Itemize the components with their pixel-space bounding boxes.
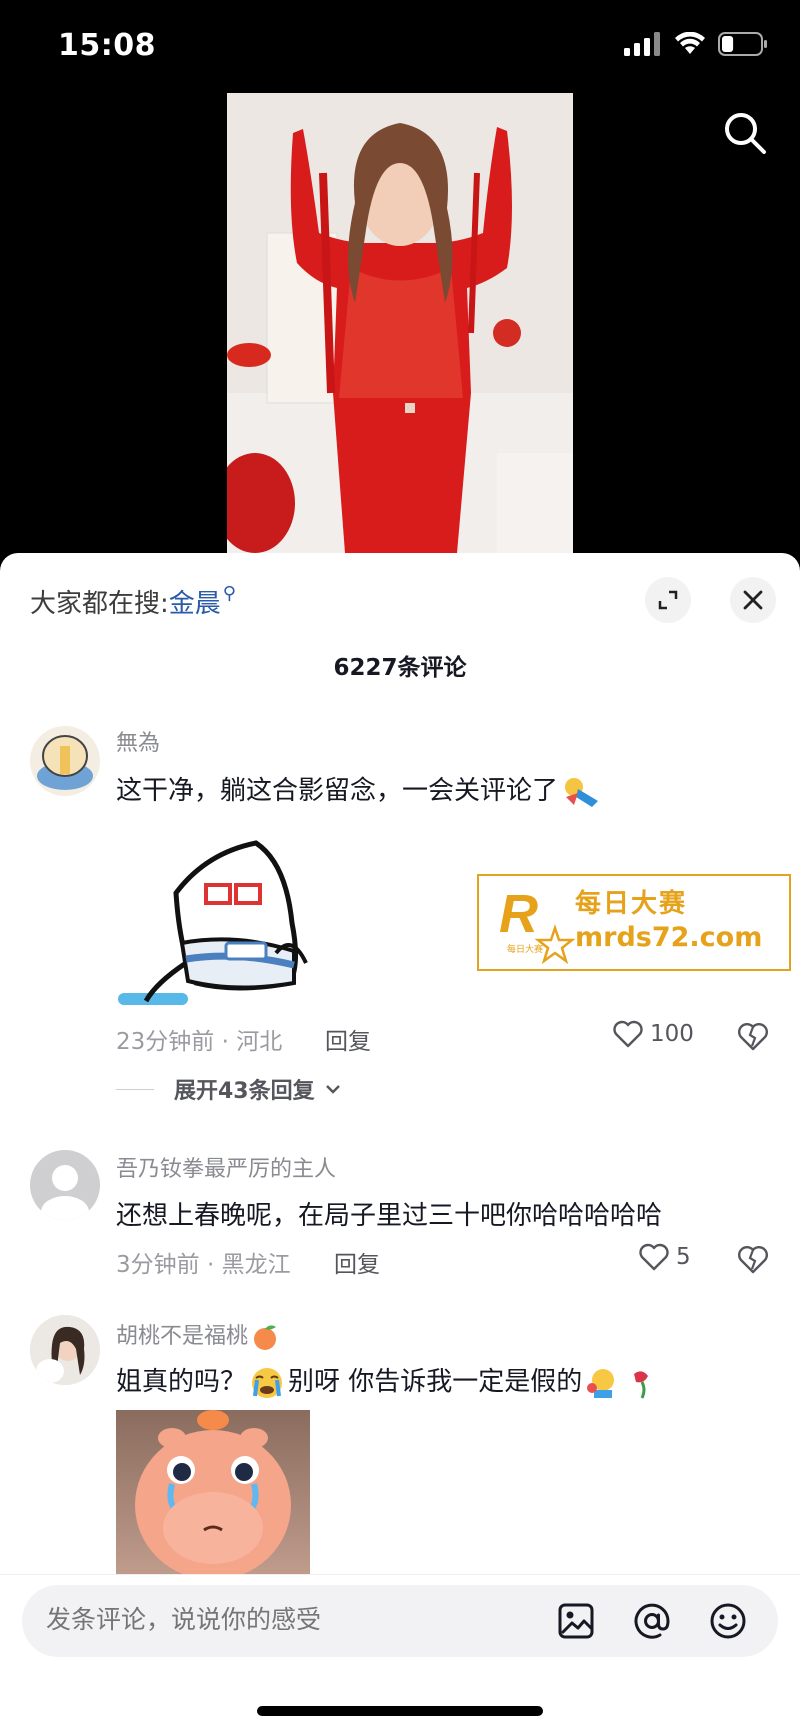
sad-face-emoji-icon <box>587 1368 615 1398</box>
comment-username[interactable]: 胡桃不是福桃 <box>116 1318 280 1351</box>
avatar[interactable] <box>30 726 100 796</box>
reply-button[interactable]: 回复 <box>325 1022 371 1056</box>
emoji-icon[interactable] <box>708 1601 748 1641</box>
home-indicator[interactable] <box>257 1706 543 1716</box>
close-button[interactable] <box>730 577 776 623</box>
trending-search[interactable]: 大家都在搜:金晨 ⚲ <box>30 583 236 620</box>
wilted-rose-emoji-icon <box>634 1370 649 1399</box>
heart-icon <box>613 1020 643 1048</box>
video-image <box>227 93 573 553</box>
comment-username[interactable]: 吾乃钕拳最严厉的主人 <box>116 1151 336 1183</box>
comment-text: 还想上春晚呢，在局子里过三十吧你哈哈哈哈哈 <box>116 1201 663 1231</box>
reply-button[interactable]: 回复 <box>334 1245 380 1279</box>
wifi-icon <box>675 32 705 54</box>
watermark-text: 每日大赛 mrds72.com <box>575 888 762 954</box>
like-count: 100 <box>650 1021 694 1047</box>
watermark-banner: R 每日大赛 每日大赛 mrds72.com <box>477 874 791 971</box>
expand-button[interactable] <box>645 577 691 623</box>
status-time: 15:08 <box>58 28 156 63</box>
close-icon <box>743 590 763 610</box>
expand-replies-label: 展开43条回复 <box>174 1079 315 1104</box>
running-emoji-icon <box>565 777 599 807</box>
like-button[interactable]: 100 <box>612 1019 694 1049</box>
heart-icon <box>639 1243 669 1271</box>
signal-icon <box>624 32 660 56</box>
divider-line <box>116 1088 154 1090</box>
sticker-image[interactable] <box>116 833 312 1009</box>
watermark-logo: R 每日大赛 <box>499 884 576 964</box>
expand-replies-button[interactable]: 展开43条回复 <box>116 1073 341 1105</box>
comment-username[interactable]: 無為 <box>116 725 160 757</box>
trending-prefix: 大家都在搜: <box>30 589 169 619</box>
comments-panel: 大家都在搜:金晨⚲ 6227条评论 無為 这干净，躺这合影留念，一会关评论了 <box>0 553 800 1731</box>
chevron-down-icon <box>325 1085 340 1094</box>
comment-time-location: 23分钟前 · 河北 <box>116 1029 283 1055</box>
video-frame[interactable] <box>227 93 573 553</box>
avatar[interactable] <box>30 1150 100 1220</box>
broken-heart-icon[interactable] <box>736 1019 770 1053</box>
peach-emoji-icon <box>254 1325 277 1350</box>
crying-emoji-icon <box>252 1367 283 1398</box>
expand-icon <box>658 590 678 610</box>
broken-heart-icon[interactable] <box>736 1242 770 1276</box>
watermark-url: mrds72.com <box>575 922 763 953</box>
small-search-icon: ⚲ <box>222 583 236 604</box>
like-count: 5 <box>676 1244 691 1270</box>
sticker-image[interactable] <box>116 1410 310 1590</box>
comment-input-pill[interactable] <box>22 1585 778 1657</box>
svg-text:R: R <box>499 884 538 944</box>
status-icons <box>624 32 768 56</box>
like-button[interactable]: 5 <box>638 1242 691 1272</box>
avatar[interactable] <box>30 1315 100 1385</box>
comment-input[interactable] <box>46 1605 466 1634</box>
watermark-brand: 每日大赛 <box>575 889 688 919</box>
comment-text: 这干净，躺这合影留念，一会关评论了 <box>116 770 602 809</box>
comment-time-location: 3分钟前 · 黑龙江 <box>116 1252 291 1278</box>
trending-keyword[interactable]: 金晨 <box>169 589 221 619</box>
svg-text:每日大赛: 每日大赛 <box>507 943 543 954</box>
at-icon[interactable] <box>632 1601 672 1641</box>
image-icon[interactable] <box>556 1601 596 1641</box>
comment-text: 姐真的吗？ 别呀 你告诉我一定是假的 <box>116 1361 660 1400</box>
search-icon[interactable] <box>720 108 770 158</box>
battery-icon <box>718 32 767 56</box>
status-bar: 15:08 <box>0 0 800 96</box>
comment-count: 6227条评论 <box>333 655 467 681</box>
